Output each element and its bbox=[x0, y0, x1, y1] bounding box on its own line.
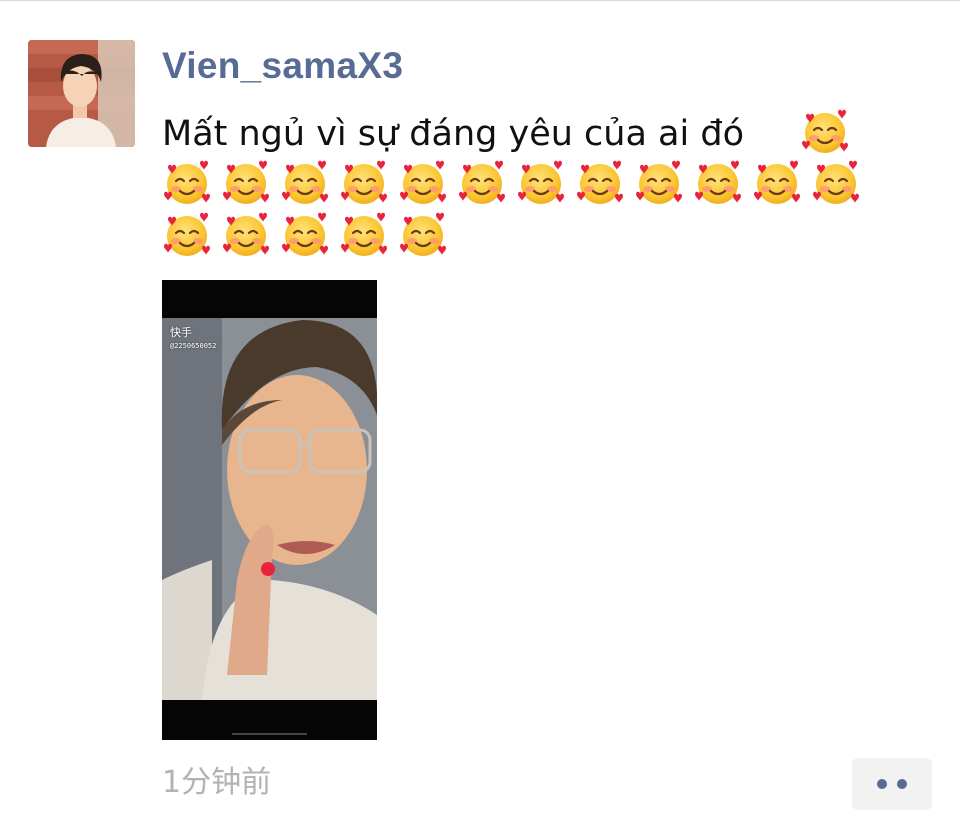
kuaishou-logo-icon: 快手 bbox=[170, 326, 192, 339]
smiling-face-with-hearts-icon bbox=[800, 107, 850, 157]
smiling-face-with-hearts-icon bbox=[575, 158, 625, 208]
smiling-face-with-hearts-icon bbox=[457, 158, 507, 208]
smiling-face-with-hearts-icon bbox=[634, 158, 684, 208]
smiling-face-with-hearts-icon bbox=[693, 158, 743, 208]
moments-post: Vien_samaX3 Mất ngủ vì sự đáng yêu của a… bbox=[0, 0, 960, 818]
smiling-face-with-hearts-icon bbox=[221, 210, 271, 260]
smiling-face-with-hearts-icon bbox=[811, 158, 861, 208]
smiling-face-with-hearts-icon bbox=[398, 210, 448, 260]
more-options-button[interactable] bbox=[852, 758, 932, 810]
username[interactable]: Vien_samaX3 bbox=[162, 41, 403, 91]
smiling-face-with-hearts-icon bbox=[398, 158, 448, 208]
video-user-id: @2250650052 bbox=[170, 342, 217, 350]
avatar[interactable] bbox=[28, 40, 135, 147]
smiling-face-with-hearts-icon bbox=[280, 158, 330, 208]
smiling-face-with-hearts-icon bbox=[752, 158, 802, 208]
more-dots-icon bbox=[877, 779, 887, 789]
smiling-face-with-hearts-icon bbox=[280, 210, 330, 260]
smiling-face-with-hearts-icon bbox=[162, 158, 212, 208]
smiling-face-with-hearts-icon bbox=[221, 158, 271, 208]
video-thumbnail[interactable]: 快手 @2250650052 bbox=[162, 280, 377, 740]
smiling-face-with-hearts-icon bbox=[339, 158, 389, 208]
more-dots-icon bbox=[897, 779, 907, 789]
smiling-face-with-hearts-icon bbox=[339, 210, 389, 260]
smiling-face-with-hearts-icon bbox=[516, 158, 566, 208]
post-timestamp: 1分钟前 bbox=[162, 765, 272, 800]
emoji-row bbox=[162, 158, 861, 208]
emoji-row bbox=[162, 210, 448, 260]
smiling-face-with-hearts-icon bbox=[162, 210, 212, 260]
